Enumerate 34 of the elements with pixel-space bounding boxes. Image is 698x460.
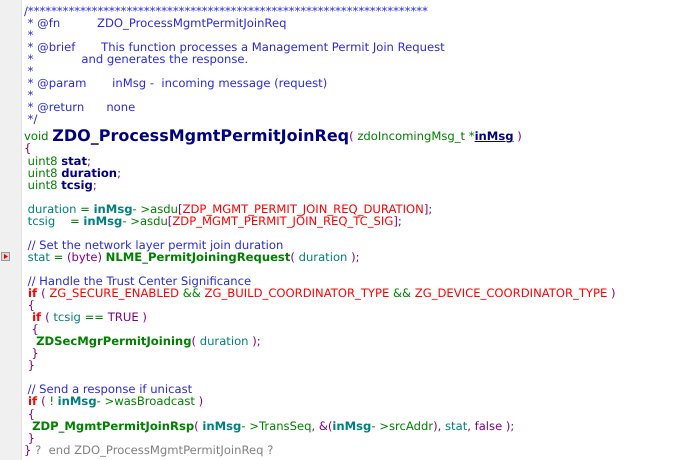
code-line: *	[26, 29, 34, 42]
code-line: {	[24, 142, 32, 155]
code-line: // Set the network layer permit join duration	[26, 238, 284, 251]
code-line: */	[26, 113, 38, 126]
code-line: * @fn ZDO_ProcessMgmtPermitJoinReq	[28, 17, 286, 30]
code-line: /*********************************************************************	[24, 5, 428, 18]
code-line: void ZDO_ProcessMgmtPermitJoinReq( zdoIncomingMsg_t *inMsg )	[24, 125, 522, 142]
code-line: } ? end ZDO_ProcessMgmtPermitJoinReq ?	[24, 444, 274, 456]
breakpoint-arrow-icon[interactable]	[1, 252, 10, 262]
code-line: uint8 stat;	[28, 154, 91, 167]
code-line: }	[31, 347, 39, 360]
code-line: * @param inMsg - incoming message (request)	[26, 77, 328, 90]
code-line: stat = (byte) NLME_PermitJoiningRequest( duration );	[26, 250, 360, 263]
code-line: *	[26, 89, 34, 102]
code-line: if ( ZG_SECURE_ENABLED && ZG_BUILD_COORDINATOR_TYPE && ZG_DEVICE_COORDINATOR_TYPE )	[28, 287, 616, 300]
code-line: {	[30, 323, 39, 336]
code-line: uint8 duration;	[26, 166, 121, 179]
code-line: {	[26, 408, 36, 420]
code-line: tcsig = inMsg- >asdu[ZDP_MGMT_PERMIT_JOIN_REQ_TC_SIG];	[26, 214, 402, 227]
code-line: duration = inMsg- >asdu[ZDP_MGMT_PERMIT_JOIN_REQ_DURATION];	[26, 202, 432, 215]
code-line: ZDP_MgmtPermitJoinRsp( inMsg- >TransSeq, &(inMsg- >srcAddr), stat, false );	[32, 420, 514, 432]
code-line: *	[26, 65, 34, 78]
code-line: if ( tcsig == TRUE )	[32, 311, 147, 324]
code-line: }	[26, 432, 36, 444]
code-line: * @brief This function processes a Management Permit Join Request	[26, 41, 445, 54]
code-line: uint8 tcsig;	[26, 178, 97, 191]
code-line: if ( ! inMsg- >wasBroadcast )	[28, 395, 204, 408]
code-line: * @return none	[26, 101, 136, 114]
code-line: {	[26, 299, 36, 312]
code-line: }	[26, 359, 36, 372]
code-line: // Handle the Trust Center Significance	[26, 274, 252, 288]
code-line: // Send a response if unicast	[26, 383, 192, 396]
code-line: * and generates the response.	[26, 53, 248, 66]
code-line: ZDSecMgrPermitJoining( duration );	[36, 335, 261, 348]
